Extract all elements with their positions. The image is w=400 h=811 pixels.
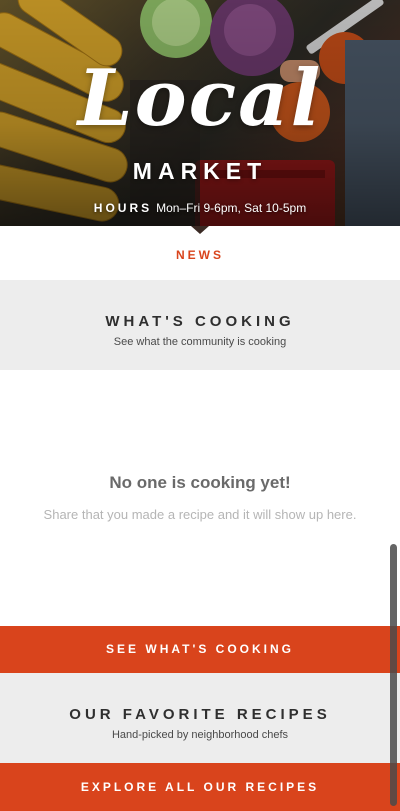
news-tab-bar: NEWS xyxy=(0,226,400,280)
tab-news[interactable]: NEWS xyxy=(0,248,400,262)
hours-value: Mon–Fri 9-6pm, Sat 10-5pm xyxy=(156,201,307,215)
empty-state-title: No one is cooking yet! xyxy=(109,473,291,492)
hours-line: HOURS Mon–Fri 9-6pm, Sat 10-5pm xyxy=(0,201,400,215)
empty-state-description: Share that you made a recipe and it will… xyxy=(43,507,357,522)
favorite-recipes-description: Hand-picked by neighborhood chefs xyxy=(111,729,289,741)
whats-cooking-header: WHAT'S COOKING See what the community is… xyxy=(0,280,400,370)
favorite-recipes-header: OUR FAVORITE RECIPES Hand-picked by neig… xyxy=(0,673,400,763)
scrollbar[interactable] xyxy=(390,544,397,806)
see-whats-cooking-button[interactable]: SEE WHAT'S COOKING xyxy=(0,626,400,673)
whats-cooking-description: See what the community is cooking xyxy=(113,336,287,348)
cooking-empty-state: No one is cooking yet! Share that you ma… xyxy=(0,370,400,626)
favorite-recipes-title: OUR FAVORITE RECIPES xyxy=(69,706,331,723)
caret-down-icon xyxy=(191,226,209,234)
hours-label: HOURS xyxy=(93,201,153,215)
explore-recipes-button[interactable]: EXPLORE ALL OUR RECIPES xyxy=(0,763,400,811)
whats-cooking-title: WHAT'S COOKING xyxy=(105,313,295,330)
hero-banner: Local MARKET HOURS Mon–Fri 9-6pm, Sat 10-… xyxy=(0,0,400,226)
market-subtitle: MARKET xyxy=(132,158,268,184)
market-logo: Local xyxy=(77,53,323,144)
